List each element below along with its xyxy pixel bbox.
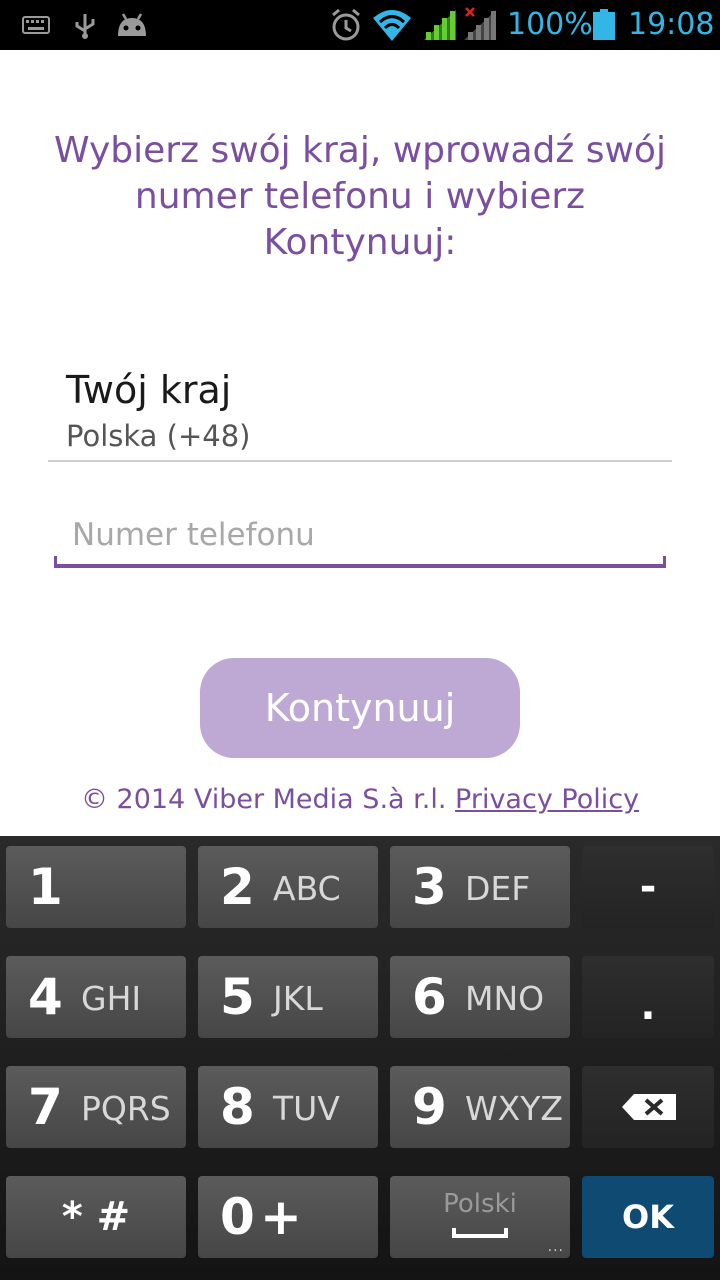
- key-star-hash[interactable]: * #: [6, 1176, 186, 1258]
- key-digit: 6: [412, 968, 447, 1026]
- key-symbol: * #: [61, 1194, 131, 1240]
- key-8[interactable]: 8 TUV: [198, 1066, 378, 1148]
- key-digit: 0: [220, 1188, 255, 1246]
- underline-right-tick: [663, 556, 666, 566]
- key-7[interactable]: 7 PQRS: [6, 1066, 186, 1148]
- usb-icon: [75, 14, 95, 39]
- clock: 19:08: [628, 7, 715, 42]
- key-0[interactable]: 0 +: [198, 1176, 378, 1258]
- battery-percent: 100%: [507, 7, 593, 42]
- key-letters: MNO: [465, 979, 545, 1018]
- key-symbol: .: [640, 983, 656, 1029]
- android-debug-icon: [118, 13, 146, 36]
- key-digit: 1: [28, 858, 63, 916]
- key-digit: 2: [220, 858, 255, 916]
- key-4[interactable]: 4 GHI: [6, 956, 186, 1038]
- country-selector[interactable]: Twój kraj Polska (+48): [48, 362, 672, 462]
- key-letters: PQRS: [81, 1089, 171, 1128]
- key-language-space[interactable]: Polski ...: [390, 1176, 570, 1258]
- space-bar-icon: [452, 1228, 508, 1238]
- key-5[interactable]: 5 JKL: [198, 956, 378, 1038]
- key-letters: JKL: [273, 979, 323, 1018]
- alarm-icon: [332, 8, 360, 41]
- footer: © 2014 Viber Media S.à r.l. Privacy Poli…: [0, 782, 720, 818]
- key-dash[interactable]: -: [582, 846, 714, 928]
- key-digit: 7: [28, 1078, 63, 1136]
- key-digit: 4: [28, 968, 63, 1026]
- continue-button[interactable]: Kontynuuj: [200, 658, 520, 758]
- key-letters: ABC: [273, 869, 341, 908]
- country-value: Polska (+48): [66, 419, 251, 453]
- key-letters: TUV: [273, 1089, 340, 1128]
- more-options-icon: ...: [547, 1239, 564, 1255]
- key-letters: DEF: [465, 869, 531, 908]
- key-3[interactable]: 3 DEF: [390, 846, 570, 928]
- battery-icon: [593, 9, 615, 40]
- instruction-text: Wybierz swój kraj, wprowadź swój numer t…: [54, 130, 666, 263]
- key-backspace[interactable]: [582, 1066, 714, 1148]
- signal-icon: [424, 10, 456, 40]
- copyright-text: © 2014 Viber Media S.à r.l.: [80, 784, 447, 815]
- key-digit: 5: [220, 968, 255, 1026]
- key-letters: GHI: [81, 979, 142, 1018]
- key-6[interactable]: 6 MNO: [390, 956, 570, 1038]
- backspace-icon: [622, 1094, 676, 1120]
- keyboard-icon: [22, 16, 50, 34]
- key-letters: WXYZ: [465, 1089, 564, 1128]
- phone-number-field[interactable]: [54, 508, 666, 570]
- key-9[interactable]: 9 WXYZ: [390, 1066, 570, 1148]
- wifi-icon: [373, 10, 411, 41]
- key-digit: 9: [412, 1078, 447, 1136]
- key-1[interactable]: 1: [6, 846, 186, 928]
- status-bar: 100% 19:08: [0, 0, 720, 50]
- phone-field-underline: [54, 564, 666, 568]
- key-symbol: -: [639, 864, 657, 910]
- key-language-label: Polski: [443, 1189, 517, 1219]
- key-digit: 3: [412, 858, 447, 916]
- signal-no-data-icon: [464, 7, 496, 40]
- key-2[interactable]: 2 ABC: [198, 846, 378, 928]
- underline-left-tick: [54, 556, 57, 566]
- phone-number-input[interactable]: [54, 508, 666, 562]
- key-plus: +: [260, 1188, 302, 1246]
- key-dot[interactable]: .: [582, 956, 714, 1038]
- privacy-policy-link[interactable]: Privacy Policy: [455, 784, 639, 815]
- country-title: Twój kraj: [66, 368, 232, 412]
- key-ok-label: OK: [622, 1198, 674, 1236]
- numeric-keyboard: 1 2 ABC 3 DEF - 4 GHI 5 JKL 6 MNO . 7 PQ…: [0, 836, 720, 1280]
- key-digit: 8: [220, 1078, 255, 1136]
- key-ok[interactable]: OK: [582, 1176, 714, 1258]
